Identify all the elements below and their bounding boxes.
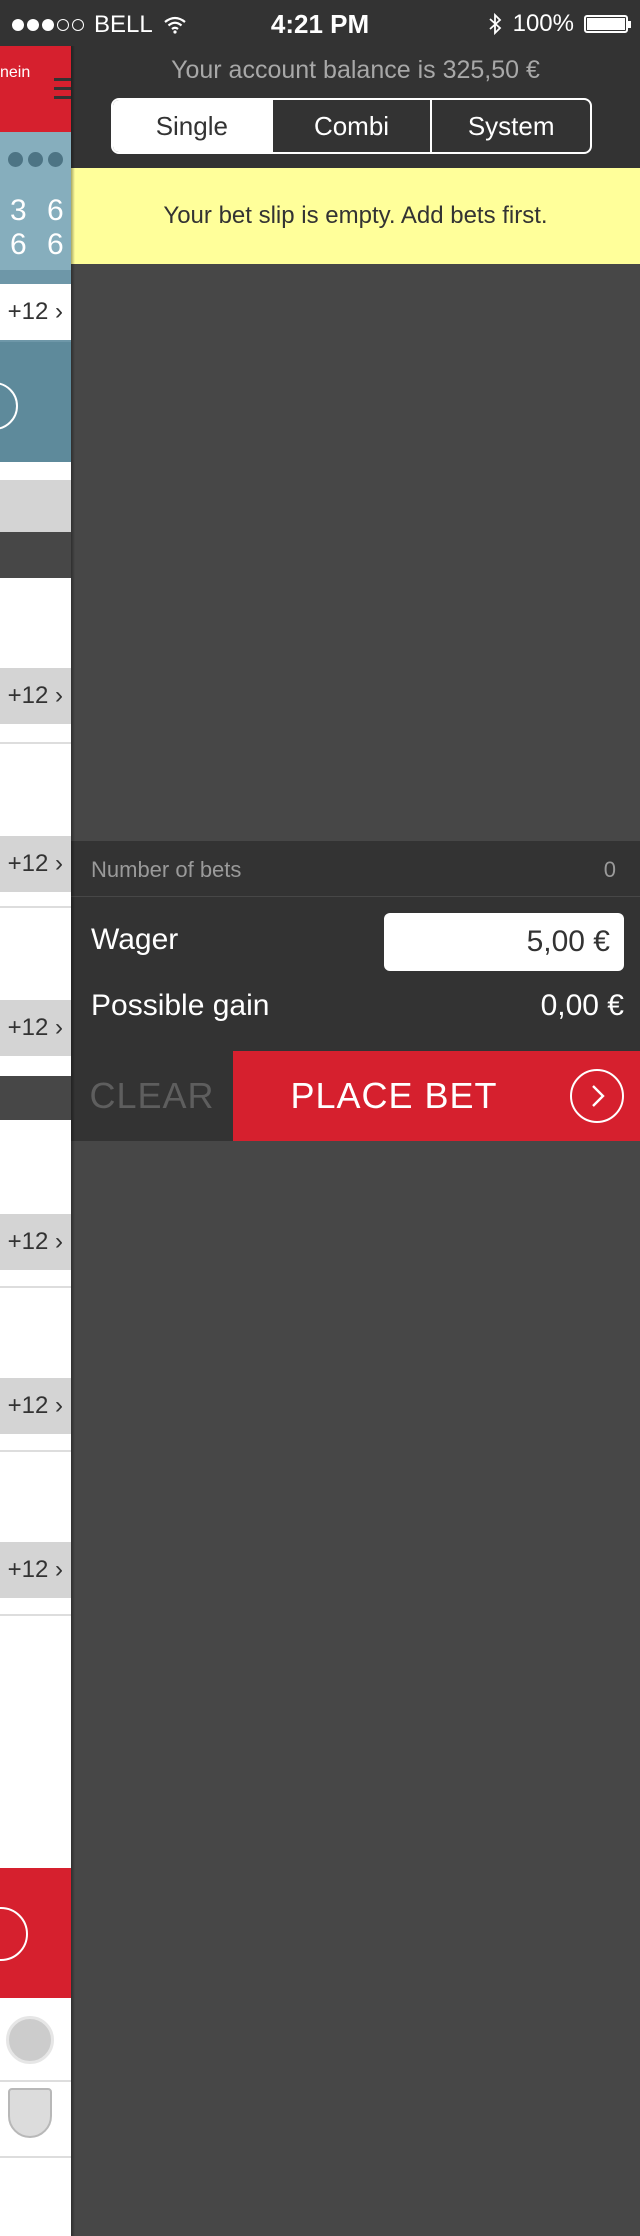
- section-divider: [0, 532, 71, 578]
- section-header: [0, 480, 71, 532]
- battery-icon: [584, 15, 631, 33]
- clear-button[interactable]: CLEAR: [71, 1051, 233, 1141]
- status-right: 100%: [487, 10, 631, 38]
- place-bet-label: PLACE BET: [290, 1075, 498, 1116]
- background-app: nein 3 6 6 6 +12 › +12 › +12 › +12 › +12…: [0, 0, 71, 2236]
- possible-gain-label: Possible gain: [91, 989, 270, 1022]
- more-bets-button[interactable]: +12 ›: [0, 1542, 71, 1598]
- bet-slip-panel: Your account balance is 325,50 € Single …: [71, 0, 640, 2236]
- more-dots-icon: [8, 152, 63, 167]
- panel-shadow: [71, 0, 75, 2236]
- bet-count-row: Number of bets 0: [71, 841, 640, 897]
- chevron-right-circle-icon: [570, 1069, 624, 1123]
- bet-list-area: [71, 264, 640, 841]
- tab-single[interactable]: Single: [113, 100, 271, 152]
- row-divider: [0, 2156, 71, 2158]
- tab-system[interactable]: System: [430, 100, 590, 152]
- bet-type-segmented-control: Single Combi System: [111, 98, 592, 154]
- section-divider: [0, 1076, 71, 1120]
- row-divider: [0, 1286, 71, 1288]
- wager-label: Wager: [91, 923, 179, 956]
- bet-count-label: Number of bets: [91, 857, 242, 882]
- row-divider: [0, 742, 71, 744]
- more-bets-button[interactable]: +12 ›: [0, 836, 71, 892]
- more-bets-button[interactable]: +12 ›: [0, 284, 71, 340]
- row-divider: [0, 2080, 71, 2082]
- bet-actions: CLEAR PLACE BET: [71, 1051, 640, 1141]
- background-cta[interactable]: [0, 1868, 71, 1998]
- row-divider: [0, 1450, 71, 1452]
- score-line-2: 6 6: [10, 228, 70, 261]
- club-crest-icon: [8, 2088, 52, 2138]
- more-bets-button[interactable]: +12 ›: [0, 1378, 71, 1434]
- menu-icon[interactable]: [54, 78, 71, 105]
- bluetooth-icon: [489, 12, 501, 36]
- bet-slip-header: Your account balance is 325,50 € Single …: [71, 46, 640, 168]
- background-header-text: nein: [0, 64, 31, 81]
- wager-input[interactable]: [384, 913, 624, 971]
- background-app-header: nein: [0, 46, 71, 132]
- account-balance: Your account balance is 325,50 €: [171, 56, 540, 84]
- place-bet-button[interactable]: PLACE BET: [233, 1051, 640, 1141]
- status-bar: BELL 4:21 PM 100%: [0, 0, 640, 46]
- tab-combi[interactable]: Combi: [270, 100, 431, 152]
- more-bets-button[interactable]: +12 ›: [0, 668, 71, 724]
- chevron-right-circle-icon: [0, 1907, 28, 1961]
- score-line-1: 3 6: [10, 194, 70, 227]
- bet-summary: Number of bets 0 Wager Possible gain 0,0…: [71, 841, 640, 1051]
- more-bets-button[interactable]: +12 ›: [0, 1000, 71, 1056]
- empty-slip-notice: Your bet slip is empty. Add bets first.: [71, 168, 640, 264]
- battery-percentage: 100%: [512, 10, 574, 37]
- more-bets-button[interactable]: +12 ›: [0, 1214, 71, 1270]
- certificate-seal-icon: [6, 2016, 54, 2064]
- bet-count-value: 0: [603, 857, 616, 882]
- possible-gain-value: 0,00 €: [540, 989, 624, 1022]
- row-divider: [0, 906, 71, 908]
- row-divider: [0, 1614, 71, 1616]
